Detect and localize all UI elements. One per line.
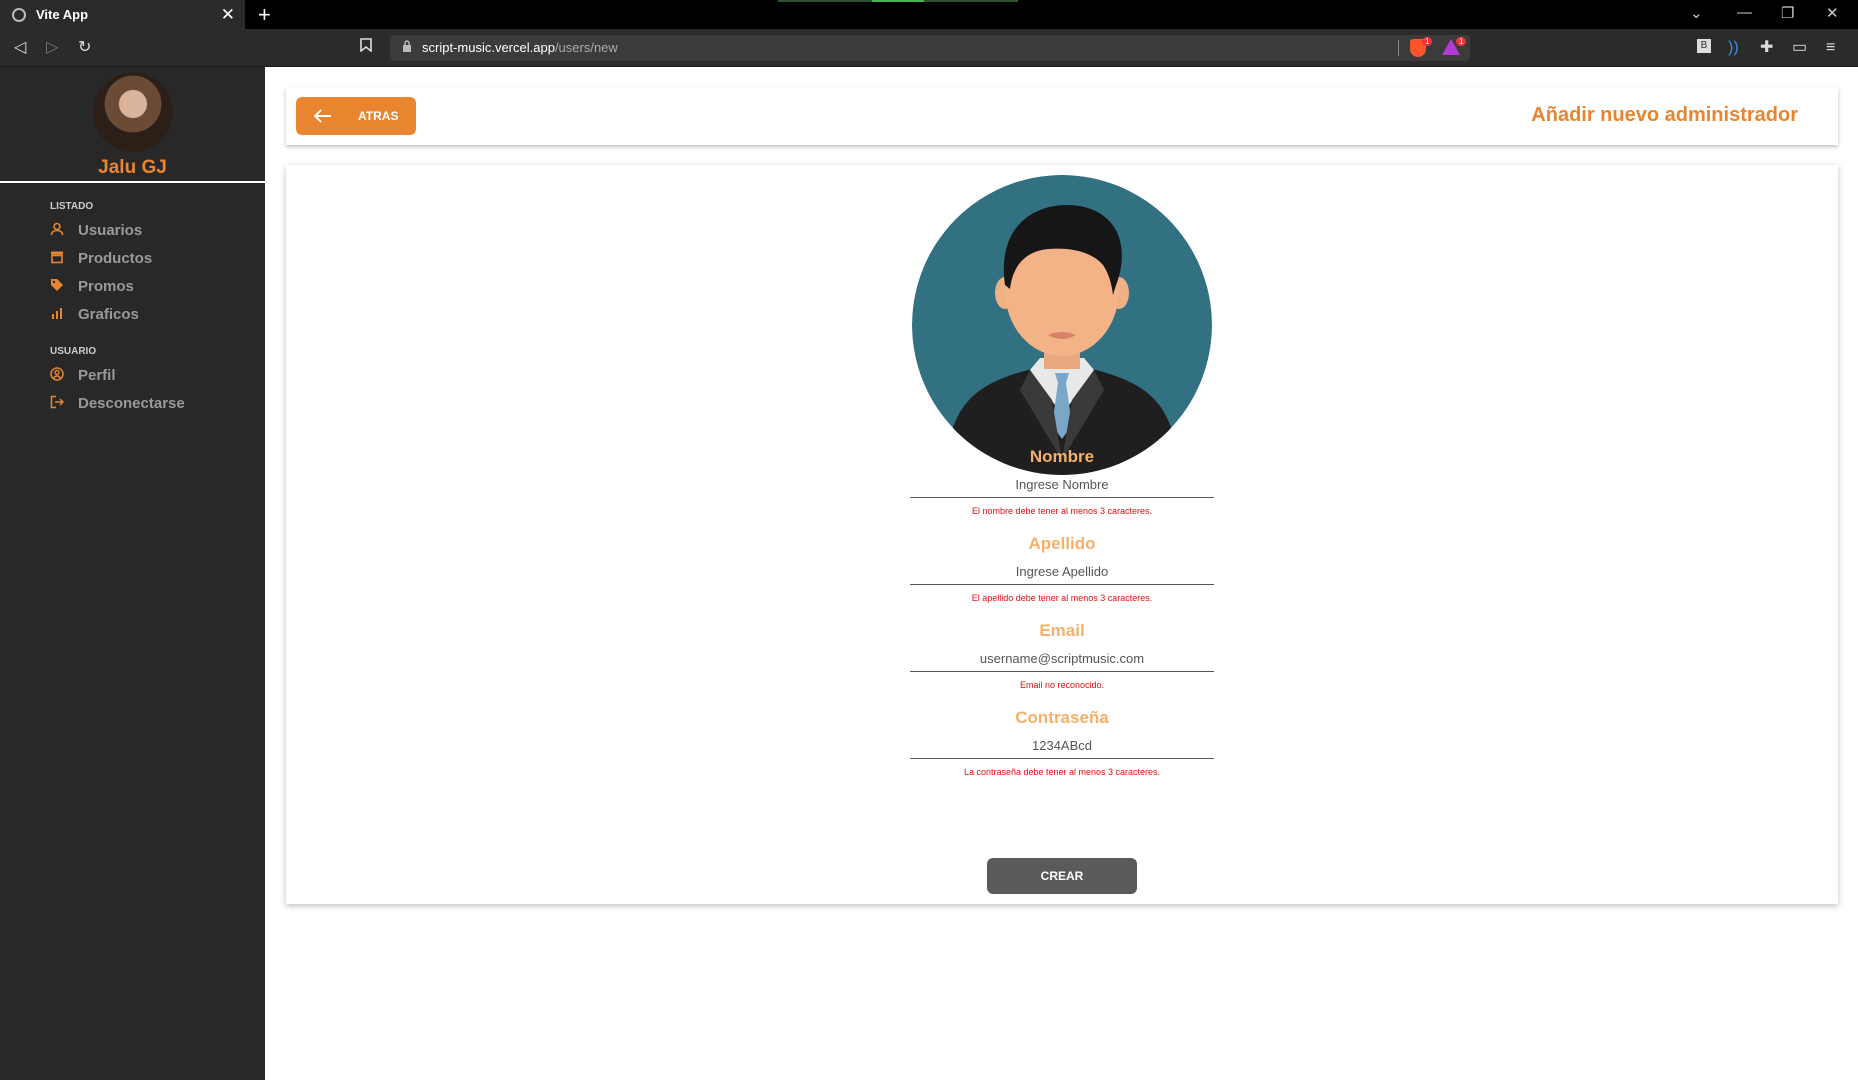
arrow-left-icon bbox=[313, 103, 332, 129]
store-icon bbox=[50, 250, 78, 267]
tag-icon bbox=[50, 278, 78, 295]
tab-search-icon[interactable]: ⌄ bbox=[1690, 4, 1703, 22]
sidebar-item-label: Usuarios bbox=[78, 221, 143, 239]
sidebar-item-label: Desconectarse bbox=[78, 394, 185, 412]
page-title: Añadir nuevo administrador bbox=[1531, 104, 1798, 126]
apellido-error: El apellido debe tener al menos 3 caract… bbox=[971, 593, 1153, 603]
field-label-nombre: Nombre bbox=[1029, 447, 1095, 466]
section-label-usuario: USUARIO bbox=[50, 346, 97, 357]
section-label-listado: LISTADO bbox=[50, 201, 94, 212]
sidebar-item-productos[interactable]: Productos bbox=[50, 246, 152, 270]
lock-icon bbox=[403, 40, 411, 52]
sidebar-item-promos[interactable]: Promos bbox=[50, 274, 134, 298]
sidebar-item-label: Promos bbox=[78, 277, 134, 295]
globe-icon bbox=[12, 7, 26, 22]
sidebar-item-label: Graficos bbox=[78, 305, 139, 323]
email-error: Email no reconocido. bbox=[1019, 680, 1105, 690]
crear-button[interactable]: CREAR bbox=[987, 858, 1137, 894]
password-error: La contraseña debe tener al menos 3 cara… bbox=[963, 767, 1161, 777]
loading-indicator-fill bbox=[872, 0, 924, 2]
wallet-icon[interactable]: ▭ bbox=[1792, 38, 1807, 58]
extension-wave-icon[interactable]: )) bbox=[1728, 38, 1739, 58]
bar-chart-icon bbox=[50, 306, 78, 323]
sidebar-item-usuarios[interactable]: Usuarios bbox=[50, 218, 142, 242]
sidebar-item-perfil[interactable]: Perfil bbox=[50, 363, 116, 387]
bookmark-icon[interactable] bbox=[360, 38, 372, 58]
nombre-input[interactable] bbox=[910, 472, 1214, 498]
url-separator bbox=[1398, 40, 1399, 56]
reload-icon[interactable]: ↻ bbox=[78, 38, 91, 58]
forward-nav-icon[interactable]: ▷ bbox=[46, 38, 58, 58]
page-header: ATRAS Añadir nuevo administrador bbox=[286, 87, 1838, 145]
extensions-puzzle-icon[interactable]: ✚ bbox=[1760, 38, 1773, 58]
url-path: /users/new bbox=[554, 40, 618, 55]
close-tab-icon[interactable]: ✕ bbox=[221, 5, 235, 25]
apellido-input[interactable] bbox=[910, 559, 1214, 585]
extension-b-icon[interactable]: B bbox=[1697, 39, 1711, 53]
browser-toolbar: ◁ ▷ ↻ script-music.vercel.app/users/new … bbox=[0, 29, 1858, 67]
browser-tab[interactable]: Vite App ✕ bbox=[0, 0, 245, 29]
shield-badge: 1 bbox=[1422, 37, 1433, 46]
profile-icon bbox=[50, 366, 78, 384]
logout-icon bbox=[50, 395, 78, 412]
email-input[interactable] bbox=[910, 646, 1214, 672]
sidebar-item-label: Perfil bbox=[78, 366, 116, 384]
sidebar-item-label: Productos bbox=[78, 249, 153, 267]
sidebar-item-graficos[interactable]: Graficos bbox=[50, 302, 139, 326]
rewards-badge: 1 bbox=[1456, 37, 1467, 46]
user-icon bbox=[50, 222, 78, 239]
url-text: script-music.vercel.app/users/new bbox=[422, 40, 618, 55]
password-input[interactable] bbox=[910, 733, 1214, 759]
url-host: script-music.vercel.app bbox=[422, 40, 555, 55]
sidebar-item-desconectarse[interactable]: Desconectarse bbox=[50, 391, 185, 415]
user-avatar-photo bbox=[93, 72, 173, 152]
restore-icon[interactable]: ❐ bbox=[1781, 4, 1794, 22]
back-button-label: ATRAS bbox=[358, 109, 399, 123]
tab-title: Vite App bbox=[36, 7, 89, 22]
user-name: Jalu GJ bbox=[98, 157, 167, 178]
nombre-error: El nombre debe tener al menos 3 caracter… bbox=[971, 506, 1153, 516]
new-tab-button[interactable]: + bbox=[258, 2, 271, 28]
sidebar: Jalu GJ LISTADO Usuarios Productos Promo… bbox=[0, 67, 265, 1080]
new-admin-form: Nombre El nombre debe tener al menos 3 c… bbox=[286, 165, 1838, 904]
field-label-email: Email bbox=[1039, 621, 1085, 640]
address-bar[interactable]: script-music.vercel.app/users/new 1 1 bbox=[390, 35, 1470, 61]
menu-icon[interactable]: ≡ bbox=[1826, 38, 1835, 58]
browser-tab-bar: Vite App ✕ + ⌄ — ❐ ✕ bbox=[0, 0, 1858, 29]
default-avatar-image bbox=[912, 175, 1212, 475]
field-label-contrasena: Contraseña bbox=[1015, 708, 1109, 727]
minimize-icon[interactable]: — bbox=[1737, 4, 1752, 21]
sidebar-divider bbox=[0, 181, 265, 183]
close-window-icon[interactable]: ✕ bbox=[1826, 4, 1839, 22]
back-button[interactable]: ATRAS bbox=[296, 97, 416, 135]
field-label-apellido: Apellido bbox=[1028, 534, 1096, 553]
back-nav-icon[interactable]: ◁ bbox=[14, 38, 26, 58]
